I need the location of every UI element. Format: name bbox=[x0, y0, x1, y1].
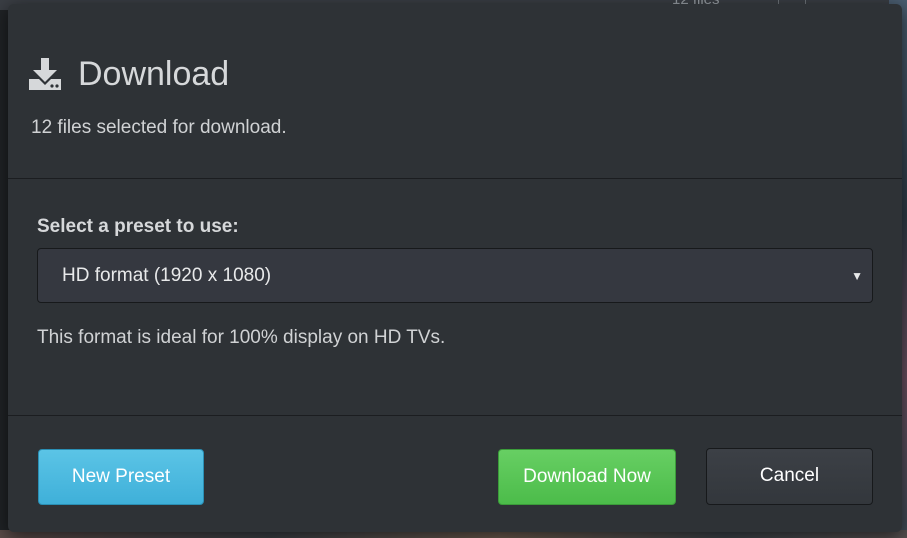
download-dialog: Download 12 files selected for download.… bbox=[8, 4, 902, 532]
download-now-button[interactable]: Download Now bbox=[498, 449, 676, 505]
new-preset-button[interactable]: New Preset bbox=[38, 449, 204, 505]
chevron-down-icon: ▼ bbox=[851, 269, 863, 283]
download-icon bbox=[28, 57, 62, 91]
dialog-body: Select a preset to use: HD format (1920 … bbox=[8, 179, 902, 416]
selection-summary: 12 files selected for download. bbox=[31, 117, 287, 138]
cancel-button[interactable]: Cancel bbox=[706, 448, 873, 505]
preset-select-value: HD format (1920 x 1080) bbox=[62, 265, 272, 286]
dialog-header: Download 12 files selected for download. bbox=[8, 4, 902, 179]
preset-label: Select a preset to use: bbox=[37, 216, 239, 237]
dialog-title-row: Download bbox=[28, 54, 229, 94]
preset-description: This format is ideal for 100% display on… bbox=[37, 327, 446, 348]
dialog-footer: New Preset Download Now Cancel bbox=[8, 416, 902, 532]
preset-select[interactable]: HD format (1920 x 1080) ▼ bbox=[37, 248, 873, 303]
dialog-title: Download bbox=[78, 55, 230, 93]
